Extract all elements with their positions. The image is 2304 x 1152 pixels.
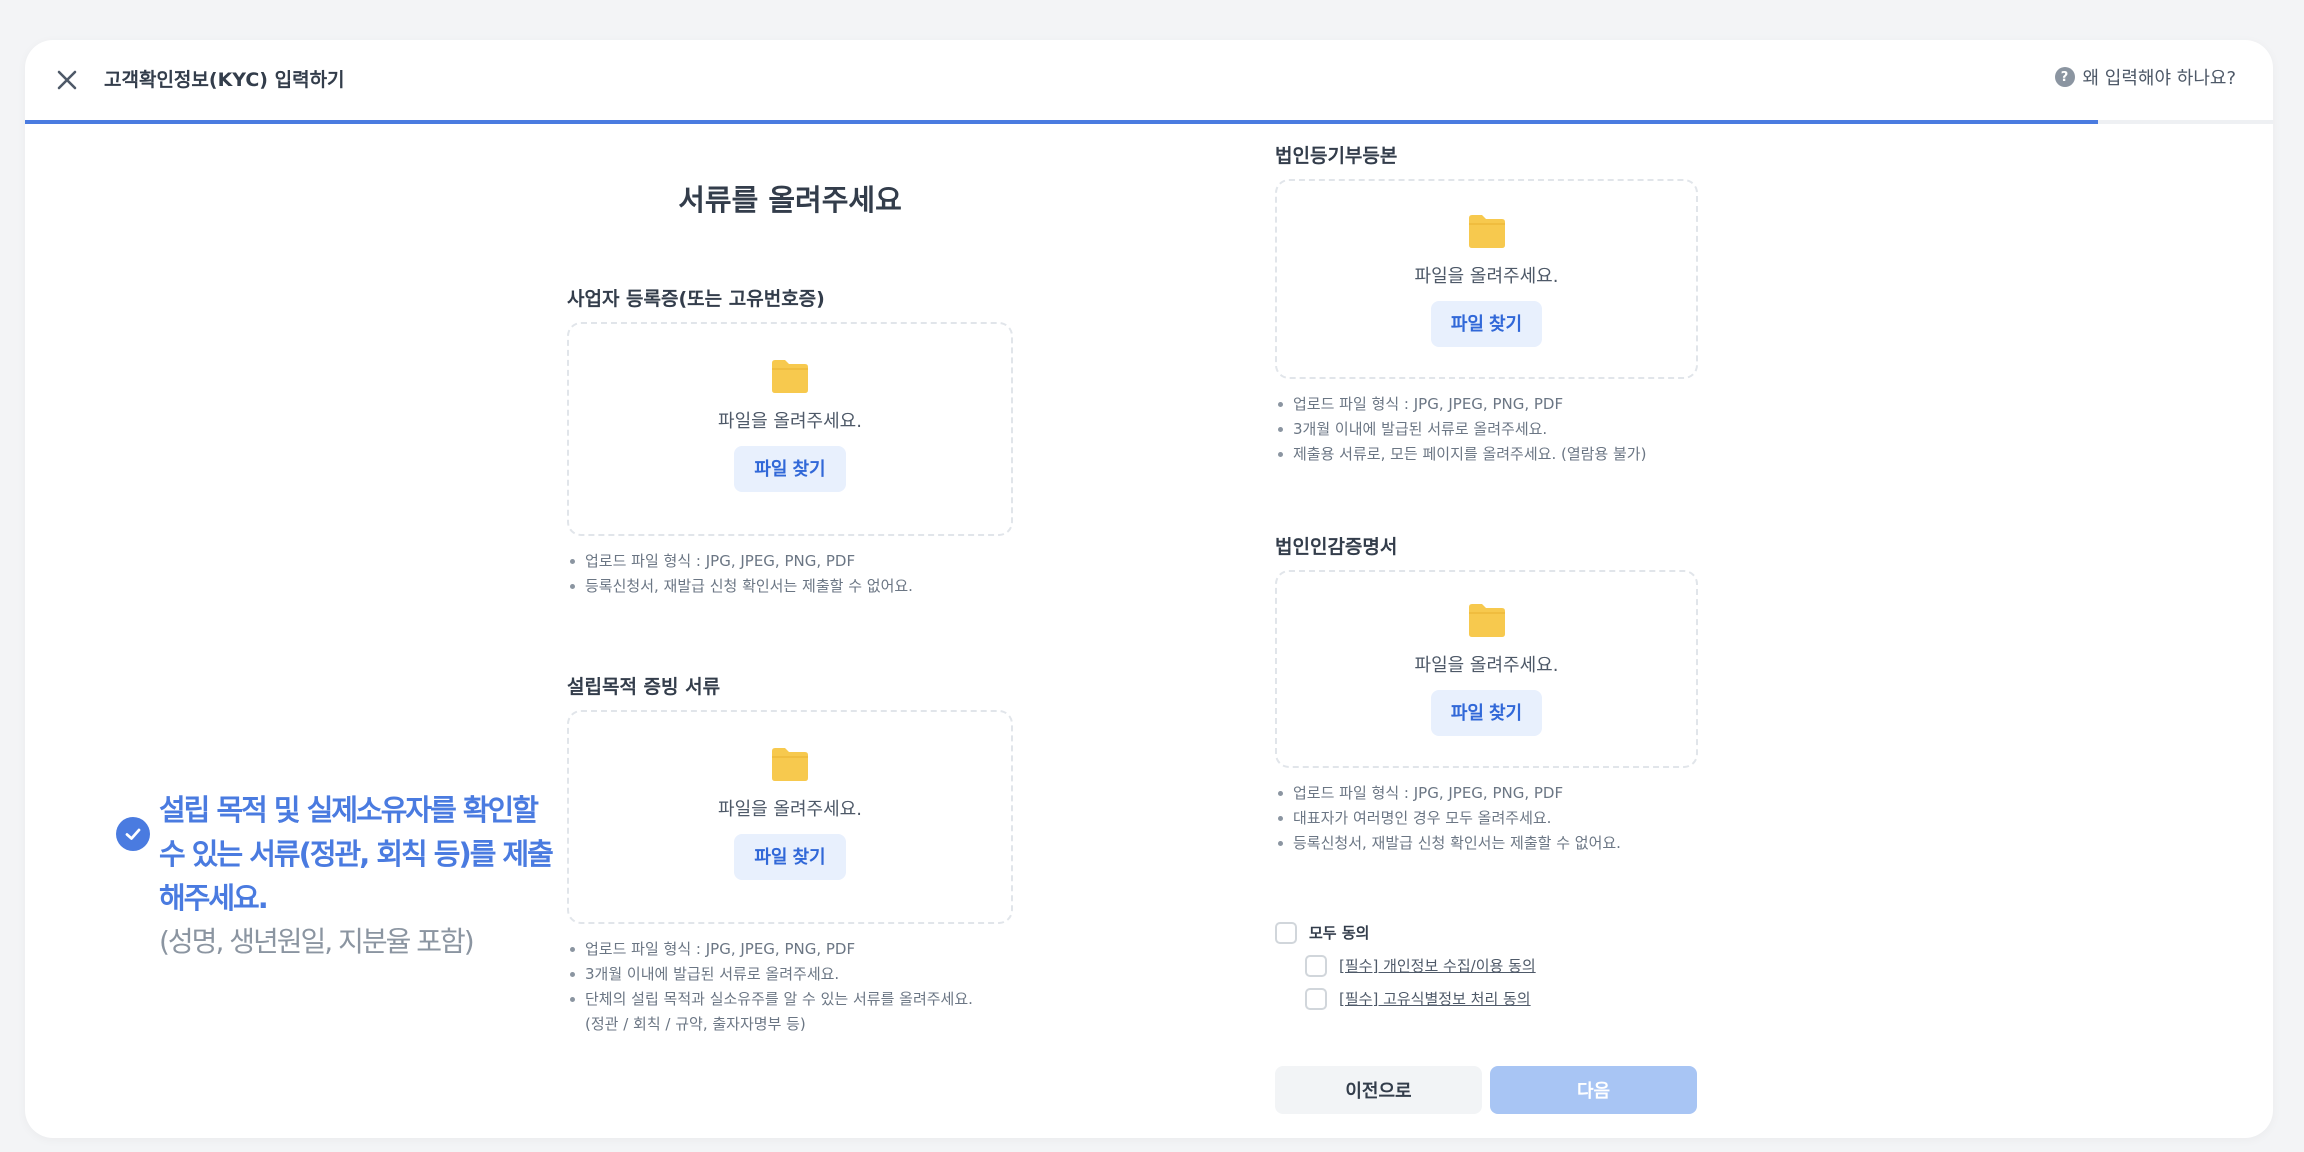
agree-item-unique-id[interactable]: [필수] 고유식별정보 처리 동의 [1305,982,1536,1015]
side-message-title: 설립 목적 및 실제소유자를 확인할 수 있는 서류(정관, 회칙 등)를 제출… [159,793,554,915]
find-file-button[interactable]: 파일 찾기 [1430,690,1543,736]
dropzone-text: 파일을 올려주세요. [1414,655,1559,676]
note-item: 업로드 파일 형식 : JPG, JPEG, PNG, PDF [567,549,1013,574]
agree-privacy-link[interactable]: [필수] 개인정보 수집/이용 동의 [1339,955,1536,976]
note-item: 등록신청서, 재발급 신청 확인서는 제출할 수 없어요. [1275,831,1698,856]
agree-privacy-checkbox[interactable] [1305,954,1327,977]
section-label: 법인등기부등본 [1275,145,1398,167]
find-file-button[interactable]: 파일 찾기 [1430,301,1543,347]
agree-unique-id-link[interactable]: [필수] 고유식별정보 처리 동의 [1339,988,1531,1009]
find-file-button[interactable]: 파일 찾기 [734,834,846,880]
upload-section-purpose-documents: 설립목적 증빙 서류 파일을 올려주세요. 파일 찾기 업로드 파일 형식 : … [567,672,1013,1037]
help-link[interactable]: ? 왜 입력해야 하나요? [2054,64,2236,90]
dropzone-text: 파일을 올려주세요. [718,411,862,432]
upload-section-business-registration: 사업자 등록증(또는 고유번호증) 파일을 올려주세요. 파일 찾기 업로드 파… [567,284,1013,599]
note-item: 등록신청서, 재발급 신청 확인서는 제출할 수 없어요. [567,574,1013,599]
progress-bar [25,120,2273,124]
note-item: 제출용 서류로, 모든 페이지를 올려주세요. (열람용 불가) [1275,442,1698,467]
file-dropzone[interactable]: 파일을 올려주세요. 파일 찾기 [1275,179,1698,379]
folder-icon [772,748,808,781]
kyc-modal: 고객확인정보(KYC) 입력하기 ? 왜 입력해야 하나요? 설립 목적 및 실… [25,40,2273,1138]
dropzone-text: 파일을 올려주세요. [1414,266,1559,287]
upload-notes: 업로드 파일 형식 : JPG, JPEG, PNG, PDF 대표자가 여러명… [1275,781,1698,856]
note-item: 3개월 이내에 발급된 서류로 올려주세요. [1275,417,1698,442]
file-dropzone[interactable]: 파일을 올려주세요. 파일 찾기 [567,322,1013,536]
upload-notes: 업로드 파일 형식 : JPG, JPEG, PNG, PDF 3개월 이내에 … [567,937,1013,1012]
file-dropzone[interactable]: 파일을 올려주세요. 파일 찾기 [1275,570,1698,768]
prev-button[interactable]: 이전으로 [1275,1066,1482,1114]
note-item: 업로드 파일 형식 : JPG, JPEG, PNG, PDF [1275,392,1698,417]
folder-icon [1468,604,1505,637]
agree-all-label: 모두 동의 [1309,924,1370,942]
agree-all-row[interactable]: 모두 동의 [1275,916,1536,949]
section-label: 사업자 등록증(또는 고유번호증) [567,288,825,310]
agreement-section: 모두 동의 [필수] 개인정보 수집/이용 동의 [필수] 고유식별정보 처리 … [1275,916,1536,1015]
section-label: 설립목적 증빙 서류 [567,676,721,698]
folder-icon [772,360,808,393]
progress-fill [25,120,2098,124]
close-icon [57,70,77,90]
folder-icon [1468,215,1505,248]
side-message-subtitle: (성명, 생년원일, 지분율 포함) [159,925,475,958]
note-continuation: (정관 / 회칙 / 규약, 출자자명부 등) [585,1015,806,1033]
page-title: 서류를 올려주세요 [678,183,902,217]
modal-header: 고객확인정보(KYC) 입력하기 ? 왜 입력해야 하나요? [25,40,2273,122]
upload-notes: 업로드 파일 형식 : JPG, JPEG, PNG, PDF 3개월 이내에 … [1275,392,1698,467]
dropzone-text: 파일을 올려주세요. [718,799,862,820]
upload-notes: 업로드 파일 형식 : JPG, JPEG, PNG, PDF 등록신청서, 재… [567,549,1013,599]
help-link-label: 왜 입력해야 하나요? [2082,68,2236,89]
check-circle-icon [116,817,150,851]
file-dropzone[interactable]: 파일을 올려주세요. 파일 찾기 [567,710,1013,924]
note-item: 업로드 파일 형식 : JPG, JPEG, PNG, PDF [567,937,1013,962]
note-item: 업로드 파일 형식 : JPG, JPEG, PNG, PDF [1275,781,1698,806]
note-item: 단체의 설립 목적과 실소유주를 알 수 있는 서류를 올려주세요. [567,987,1013,1012]
find-file-button[interactable]: 파일 찾기 [734,446,846,492]
note-item: 3개월 이내에 발급된 서류로 올려주세요. [567,962,1013,987]
help-icon: ? [2054,67,2075,87]
upload-section-corporate-seal-certificate: 법인인감증명서 파일을 올려주세요. 파일 찾기 업로드 파일 형식 : JPG… [1275,532,1698,856]
close-button[interactable] [47,60,87,100]
agree-all-checkbox[interactable] [1275,921,1297,944]
note-item: 대표자가 여러명인 경우 모두 올려주세요. [1275,806,1698,831]
next-button[interactable]: 다음 [1490,1066,1697,1114]
side-message: 설립 목적 및 실제소유자를 확인할 수 있는 서류(정관, 회칙 등)를 제출… [116,788,556,964]
upload-section-corporate-registry: 법인등기부등본 파일을 올려주세요. 파일 찾기 업로드 파일 형식 : JPG… [1275,141,1698,467]
agree-unique-id-checkbox[interactable] [1305,987,1327,1010]
modal-title: 고객확인정보(KYC) 입력하기 [104,69,345,91]
agree-item-privacy[interactable]: [필수] 개인정보 수집/이용 동의 [1305,949,1536,982]
section-label: 법인인감증명서 [1275,536,1398,558]
